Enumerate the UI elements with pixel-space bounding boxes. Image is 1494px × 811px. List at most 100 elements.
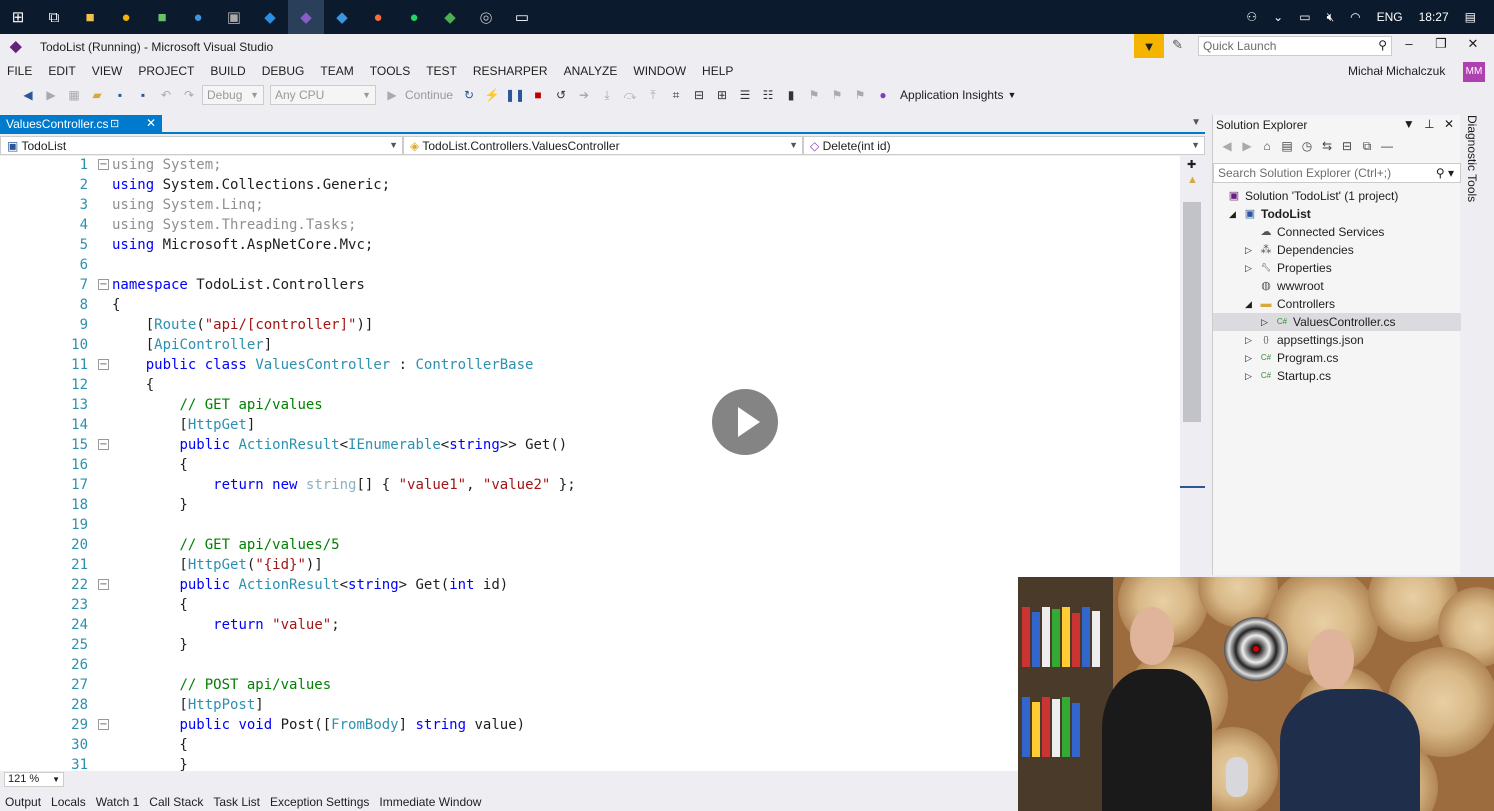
code-text[interactable]: public ActionResult<IEnumerable<string>>…: [112, 436, 567, 454]
chevron-up-icon[interactable]: ⌄: [1273, 10, 1283, 24]
code-text[interactable]: {: [112, 376, 154, 394]
collapsed-arrow-icon[interactable]: ▷: [1245, 331, 1252, 349]
code-text[interactable]: {: [112, 296, 120, 314]
code-text[interactable]: return "value";: [112, 616, 339, 634]
notifications-filter-icon[interactable]: ▼: [1134, 34, 1164, 58]
avatar[interactable]: MM: [1463, 62, 1485, 82]
pin-icon[interactable]: ⊡: [110, 117, 119, 130]
expanded-arrow-icon[interactable]: ◢: [1229, 205, 1236, 223]
collapse-icon[interactable]: −: [98, 359, 109, 370]
tab-immediate-window[interactable]: Immediate Window: [374, 795, 486, 809]
outdent-icon[interactable]: ☷: [758, 85, 778, 105]
code-text[interactable]: public class ValuesController : Controll…: [112, 356, 534, 374]
solution-configuration-dropdown[interactable]: Debug ▼: [202, 85, 264, 105]
signed-in-user[interactable]: Michał Michalczuk: [1348, 64, 1445, 78]
play-icon[interactable]: [712, 389, 778, 455]
chevron-down-icon[interactable]: ▼: [1191, 117, 1201, 128]
tree-item-program-cs[interactable]: ▷ C# Program.cs: [1213, 349, 1461, 367]
forward-icon[interactable]: ▶: [41, 85, 61, 105]
redo-icon[interactable]: ↷: [179, 85, 199, 105]
tree-item-wwwroot[interactable]: ◍ wwwroot: [1213, 277, 1461, 295]
wifi-icon[interactable]: ◠: [1350, 10, 1360, 24]
code-text[interactable]: using System.Collections.Generic;: [112, 176, 390, 194]
lightbulb-icon[interactable]: ●: [873, 85, 893, 105]
tree-item-properties[interactable]: ▷ 🔧︎ Properties: [1213, 259, 1461, 277]
feedback-icon[interactable]: ✎: [1172, 37, 1192, 55]
pause-icon[interactable]: ❚❚: [505, 85, 525, 105]
tab-exception-settings[interactable]: Exception Settings: [265, 795, 374, 809]
tab-call-stack[interactable]: Call Stack: [144, 795, 208, 809]
volume-muted-icon[interactable]: 🔇︎: [1327, 10, 1335, 25]
code-text[interactable]: namespace TodoList.Controllers: [112, 276, 365, 294]
refresh-icon[interactable]: ↻: [459, 85, 479, 105]
collapsed-arrow-icon[interactable]: ▷: [1245, 241, 1252, 259]
tab-output[interactable]: Output: [0, 795, 46, 809]
switch-views-icon[interactable]: ▤: [1277, 139, 1297, 159]
collapse-icon[interactable]: −: [98, 159, 109, 170]
zoom-dropdown[interactable]: 121 % ▼: [4, 772, 64, 787]
terminal-icon[interactable]: ▣: [216, 0, 252, 34]
comment-icon[interactable]: ⊟: [689, 85, 709, 105]
close-icon[interactable]: ✕: [146, 116, 156, 130]
task-view-icon[interactable]: ⧉: [36, 0, 72, 34]
window-app-icon[interactable]: ▭: [504, 0, 540, 34]
save-icon[interactable]: ▪: [110, 85, 130, 105]
step-over-icon[interactable]: ⤼: [620, 85, 640, 105]
menu-item-window[interactable]: WINDOW: [625, 64, 694, 78]
application-insights-button[interactable]: Application Insights: [900, 88, 1003, 102]
code-text[interactable]: // GET api/values: [112, 396, 322, 414]
edge-icon[interactable]: ●: [180, 0, 216, 34]
next-bookmark-icon[interactable]: ⚑: [827, 85, 847, 105]
stop-icon[interactable]: ■: [528, 85, 548, 105]
step-into-icon[interactable]: ⤓: [597, 85, 617, 105]
collapsed-arrow-icon[interactable]: ▷: [1245, 367, 1252, 385]
continue-button[interactable]: Continue: [405, 88, 453, 102]
pin-icon[interactable]: ⊥: [1424, 117, 1434, 131]
collapse-icon[interactable]: −: [98, 279, 109, 290]
notepad-icon[interactable]: ■: [144, 0, 180, 34]
show-next-statement-icon[interactable]: ➔: [574, 85, 594, 105]
code-text[interactable]: }: [112, 636, 187, 654]
collapsed-arrow-icon[interactable]: ▷: [1261, 313, 1268, 331]
project-dropdown[interactable]: ▣ TodoList ▼: [0, 136, 403, 155]
code-text[interactable]: return new string[] { "value1", "value2"…: [112, 476, 576, 494]
code-text[interactable]: }: [112, 756, 187, 771]
code-text[interactable]: {: [112, 736, 187, 754]
tree-item-connected-services[interactable]: ☁ Connected Services: [1213, 223, 1461, 241]
menu-item-team[interactable]: TEAM: [312, 64, 361, 78]
code-text[interactable]: // GET api/values/5: [112, 536, 339, 554]
code-text[interactable]: {: [112, 456, 187, 474]
people-icon[interactable]: ⚇: [1246, 10, 1257, 24]
menu-item-file[interactable]: FILE: [0, 64, 40, 78]
notifications-icon[interactable]: ▤: [1465, 10, 1476, 24]
menu-item-help[interactable]: HELP: [694, 64, 741, 78]
code-text[interactable]: using System.Threading.Tasks;: [112, 216, 356, 234]
code-text[interactable]: }: [112, 496, 187, 514]
code-text[interactable]: public ActionResult<string> Get(int id): [112, 576, 508, 594]
app-blue-icon[interactable]: ◆: [324, 0, 360, 34]
sourcetree-icon[interactable]: ◆: [432, 0, 468, 34]
scrollbar-thumb[interactable]: [1183, 202, 1201, 422]
battery-icon[interactable]: ▭: [1299, 10, 1310, 24]
properties-icon[interactable]: —: [1377, 139, 1397, 159]
browser-link-icon[interactable]: ⚡: [482, 85, 502, 105]
close-button[interactable]: ✕: [1458, 36, 1488, 56]
code-text[interactable]: using Microsoft.AspNetCore.Mvc;: [112, 236, 373, 254]
back-icon[interactable]: ◀: [18, 85, 38, 105]
collapse-icon[interactable]: −: [98, 439, 109, 450]
chrome-icon[interactable]: ●: [108, 0, 144, 34]
tab-task-list[interactable]: Task List: [208, 795, 265, 809]
open-file-icon[interactable]: ▰: [87, 85, 107, 105]
tree-item-solution-todolist-1-project[interactable]: ▣ Solution 'TodoList' (1 project): [1213, 187, 1461, 205]
code-text[interactable]: {: [112, 596, 187, 614]
windows-start-icon[interactable]: ⊞: [0, 0, 36, 34]
quick-launch-input[interactable]: Quick Launch ⚲: [1198, 36, 1392, 56]
visual-studio-icon[interactable]: ◆: [288, 0, 324, 34]
pending-changes-icon[interactable]: ◷: [1297, 139, 1317, 159]
tree-item-appsettings-json[interactable]: ▷ {} appsettings.json: [1213, 331, 1461, 349]
menu-item-tools[interactable]: TOOLS: [362, 64, 418, 78]
sync-icon[interactable]: ⇆: [1317, 139, 1337, 159]
code-text[interactable]: using System.Linq;: [112, 196, 264, 214]
collapsed-arrow-icon[interactable]: ▷: [1245, 349, 1252, 367]
restore-button[interactable]: ❐: [1426, 36, 1456, 56]
